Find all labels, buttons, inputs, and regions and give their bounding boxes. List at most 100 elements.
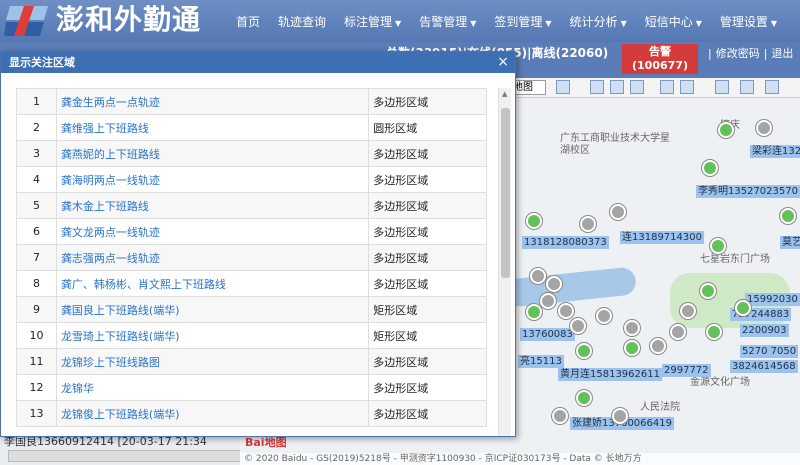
area-type: 多边形区域: [368, 374, 487, 401]
vertical-scrollbar[interactable]: ▲: [498, 88, 511, 436]
device-marker[interactable]: [526, 304, 542, 320]
row-index: 5: [16, 192, 57, 219]
nav-track-query[interactable]: 轨迹查询: [278, 13, 326, 30]
area-name-link[interactable]: 龚燕妮的上下班路线: [55, 140, 370, 167]
area-name-link[interactable]: 龙雪琦上下班路线(端华): [55, 322, 370, 349]
change-password-link[interactable]: 修改密码: [716, 47, 760, 60]
device-marker[interactable]: [718, 122, 734, 138]
nav-annotation-menu[interactable]: 标注管理 ▼: [344, 13, 401, 30]
track-label[interactable]: 梁彩连132: [750, 145, 800, 158]
area-type: 多边形区域: [368, 400, 487, 427]
grid-icon[interactable]: [680, 80, 694, 94]
pan-icon[interactable]: [590, 80, 604, 94]
alarm-button[interactable]: 告警 (100677): [622, 44, 698, 74]
dialog-body: 1 龚金生两点一点轨迹 多边形区域 2 龚维强上下班路线 圆形区域 3 龚燕妮的上下班路线 多边…: [1, 73, 515, 436]
scroll-up-icon[interactable]: ▲: [502, 90, 507, 98]
track-label[interactable]: 莫艺玲: [780, 236, 800, 249]
track-label[interactable]: 5270 7050: [740, 345, 799, 358]
device-marker[interactable]: [526, 213, 542, 229]
area-name-link[interactable]: 龚志强两点一线轨迹: [55, 244, 370, 271]
device-marker[interactable]: [680, 303, 696, 319]
device-marker[interactable]: [540, 293, 556, 309]
fullscreen-icon[interactable]: [765, 80, 779, 94]
pin-icon[interactable]: [715, 80, 729, 94]
table-row[interactable]: 1 龚金生两点一点轨迹 多边形区域: [16, 88, 487, 115]
nav-checkin-menu[interactable]: 签到管理 ▼: [494, 13, 551, 30]
table-row[interactable]: 8 龚广、韩杨彬、肖文熙上下班路线 多边形区域: [16, 270, 487, 297]
area-name-link[interactable]: 龚维强上下班路线: [55, 114, 370, 141]
device-marker[interactable]: [576, 343, 592, 359]
device-marker[interactable]: [624, 340, 640, 356]
ruler-icon[interactable]: [660, 80, 674, 94]
area-name-link[interactable]: 龚海明两点一线轨迹: [55, 166, 370, 193]
device-marker[interactable]: [546, 276, 562, 292]
table-row[interactable]: 10 龙雪琦上下班路线(端华) 矩形区域: [16, 322, 487, 349]
layers-icon[interactable]: [740, 80, 754, 94]
area-name-link[interactable]: 龙锦华: [55, 374, 370, 401]
area-name-link[interactable]: 龚金生两点一点轨迹: [55, 88, 370, 115]
device-marker[interactable]: [780, 208, 796, 224]
device-marker[interactable]: [735, 300, 751, 316]
nav-settings-menu[interactable]: 管理设置 ▼: [720, 13, 777, 30]
device-marker[interactable]: [612, 408, 628, 424]
track-label[interactable]: 2200903: [740, 324, 789, 337]
track-label[interactable]: 2997772: [662, 364, 711, 377]
device-marker[interactable]: [552, 408, 568, 424]
track-label[interactable]: 3824614568: [730, 360, 798, 373]
device-marker[interactable]: [570, 318, 586, 334]
nav-alarm-menu[interactable]: 告警管理 ▼: [419, 13, 476, 30]
area-name-link[interactable]: 龚国良上下班路线(端华): [55, 296, 370, 323]
device-marker[interactable]: [700, 283, 716, 299]
nav-statistics-menu[interactable]: 统计分析 ▼: [570, 13, 627, 30]
alarm-count: (100677): [632, 59, 688, 72]
caret-down-icon: ▼: [395, 18, 402, 28]
table-row[interactable]: 11 龙锦珍上下班线路图 多边形区域: [16, 348, 487, 375]
device-marker[interactable]: [710, 238, 726, 254]
device-marker[interactable]: [576, 390, 592, 406]
area-name-link[interactable]: 龚文龙两点一线轨迹: [55, 218, 370, 245]
zoom-in-icon[interactable]: [556, 80, 570, 94]
nav-home[interactable]: 首页: [236, 13, 260, 30]
area-name-link[interactable]: 龚广、韩杨彬、肖文熙上下班路线: [55, 270, 370, 297]
device-marker[interactable]: [580, 216, 596, 232]
logout-link[interactable]: 退出: [771, 47, 793, 60]
table-row[interactable]: 13 龙锦俊上下班路线(端华) 多边形区域: [16, 400, 487, 427]
area-name-link[interactable]: 龚木金上下班路线: [55, 192, 370, 219]
track-label[interactable]: 15992030: [745, 293, 800, 306]
track-label[interactable]: 黄月连15813962611: [558, 368, 662, 381]
device-marker[interactable]: [650, 338, 666, 354]
nav-sms-menu[interactable]: 短信中心 ▼: [645, 13, 702, 30]
device-marker[interactable]: [756, 120, 772, 136]
table-row[interactable]: 5 龚木金上下班路线 多边形区域: [16, 192, 487, 219]
table-row[interactable]: 3 龚燕妮的上下班路线 多边形区域: [16, 140, 487, 167]
area-name-link[interactable]: 龙锦俊上下班路线(端华): [55, 400, 370, 427]
scrollbar-thumb[interactable]: [501, 108, 510, 278]
table-row[interactable]: 2 龚维强上下班路线 圆形区域: [16, 114, 487, 141]
table-row[interactable]: 7 龚志强两点一线轨迹 多边形区域: [16, 244, 487, 271]
rectangle-tool-icon[interactable]: [610, 80, 624, 94]
track-label[interactable]: 13760083: [520, 328, 575, 341]
device-marker[interactable]: [530, 268, 546, 284]
device-marker[interactable]: [558, 303, 574, 319]
divider: |: [763, 47, 768, 60]
river-shape: [504, 266, 638, 308]
area-type: 矩形区域: [368, 322, 487, 349]
caret-down-icon: ▼: [545, 18, 552, 28]
device-marker[interactable]: [610, 204, 626, 220]
device-marker[interactable]: [702, 160, 718, 176]
table-row[interactable]: 4 龚海明两点一线轨迹 多边形区域: [16, 166, 487, 193]
track-label[interactable]: 1318128080373: [522, 236, 609, 249]
measure-icon[interactable]: [630, 80, 644, 94]
device-marker[interactable]: [624, 320, 640, 336]
track-label[interactable]: 连13189714300: [620, 231, 704, 244]
device-marker[interactable]: [596, 308, 612, 324]
area-name-link[interactable]: 龙锦珍上下班线路图: [55, 348, 370, 375]
track-label[interactable]: 李秀明13527023570: [696, 185, 800, 198]
table-row[interactable]: 6 龚文龙两点一线轨迹 多边形区域: [16, 218, 487, 245]
table-row[interactable]: 12 龙锦华 多边形区域: [16, 374, 487, 401]
device-marker[interactable]: [670, 324, 686, 340]
close-icon[interactable]: ×: [497, 52, 509, 73]
device-marker[interactable]: [706, 324, 722, 340]
track-label[interactable]: 亮15113: [518, 355, 564, 368]
table-row[interactable]: 9 龚国良上下班路线(端华) 矩形区域: [16, 296, 487, 323]
